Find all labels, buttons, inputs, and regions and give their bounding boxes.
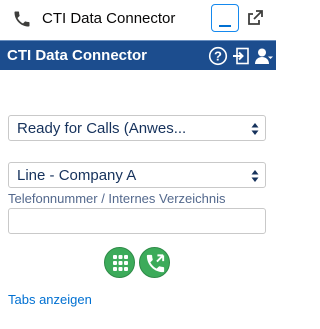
line-select[interactable]: Line - Company A <box>8 162 266 188</box>
utility-bar-title: CTI Data Connector <box>42 10 176 27</box>
dialpad-button[interactable] <box>104 247 135 278</box>
phone-field-label: Telefonnummer / Internes Verzeichnis <box>8 191 226 206</box>
select-arrows-icon <box>251 123 259 135</box>
phone-icon <box>14 11 30 27</box>
select-arrows-icon <box>251 170 259 182</box>
logout-icon[interactable] <box>231 46 251 66</box>
call-button[interactable] <box>139 247 170 278</box>
phone-number-input[interactable] <box>8 208 266 234</box>
agent-status-value: Ready for Calls (Anwes... <box>17 120 187 137</box>
minimize-button[interactable] <box>211 4 239 32</box>
help-icon[interactable]: ? <box>208 46 228 66</box>
phone-call-icon <box>146 254 165 273</box>
user-icon[interactable] <box>253 46 273 66</box>
header-title: CTI Data Connector <box>7 47 148 64</box>
show-tabs-link[interactable]: Tabs anzeigen <box>8 292 92 307</box>
utility-bar: CTI Data Connector <box>0 0 276 38</box>
dialpad-icon <box>113 255 128 271</box>
connector-header: CTI Data Connector ? <box>0 40 276 70</box>
svg-text:?: ? <box>214 49 222 64</box>
line-select-value: Line - Company A <box>17 167 137 184</box>
agent-status-select[interactable]: Ready for Calls (Anwes... <box>8 115 266 141</box>
popout-icon[interactable] <box>245 8 265 28</box>
